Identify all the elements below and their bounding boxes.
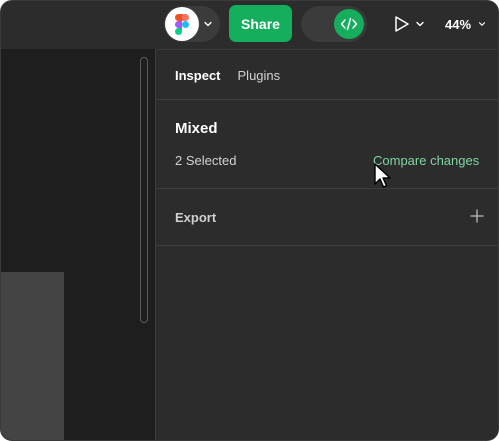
canvas-scrollbar[interactable] <box>140 57 148 323</box>
section-divider <box>156 245 498 246</box>
export-section-title: Export <box>175 210 217 225</box>
canvas-frame[interactable] <box>1 272 64 440</box>
panel-tabs: Inspect Plugins <box>175 68 280 83</box>
figma-logo-icon <box>165 7 199 41</box>
section-divider <box>156 188 498 189</box>
top-toolbar: Share 44% <box>1 1 498 49</box>
chevron-down-icon <box>416 21 424 27</box>
code-brackets-icon <box>334 9 364 39</box>
inspect-panel: Inspect Plugins Mixed 2 Selected Compare… <box>156 50 498 440</box>
plus-icon[interactable] <box>469 208 485 224</box>
share-button[interactable]: Share <box>229 5 292 42</box>
zoom-level: 44% <box>445 16 472 32</box>
selection-title: Mixed <box>175 120 218 137</box>
chevron-down-icon <box>478 22 486 26</box>
zoom-dropdown[interactable]: 44% <box>445 11 498 37</box>
design-canvas[interactable] <box>1 49 155 440</box>
section-divider <box>156 99 498 100</box>
mouse-cursor-icon <box>374 163 391 188</box>
dev-mode-toggle[interactable] <box>301 6 367 42</box>
tab-inspect[interactable]: Inspect <box>175 68 221 83</box>
tab-plugins[interactable]: Plugins <box>238 68 281 83</box>
app-window: Share 44% Inspect Plugins Mixed 2 Select… <box>0 0 499 441</box>
app-switcher[interactable] <box>164 6 220 42</box>
selection-count: 2 Selected <box>175 153 237 168</box>
chevron-down-icon <box>204 21 212 27</box>
play-icon <box>395 16 409 32</box>
present-button[interactable] <box>391 11 431 37</box>
